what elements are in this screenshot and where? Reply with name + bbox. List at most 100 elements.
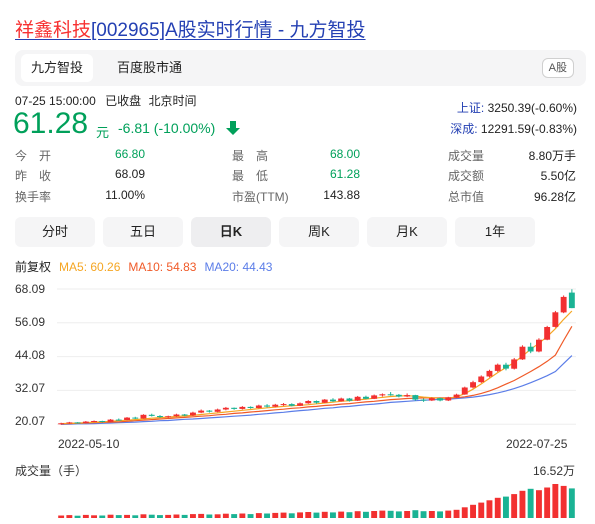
volume-bar (313, 512, 320, 518)
volume-bar (264, 513, 270, 518)
candle-body (140, 414, 147, 419)
volume-bar (74, 515, 81, 518)
volume-bar (519, 490, 526, 518)
volume-bar (206, 514, 213, 518)
volume-bar (214, 514, 221, 518)
candle-body (404, 395, 411, 397)
volume-bar (461, 507, 468, 518)
candle-body (420, 399, 427, 401)
volume-bar (503, 496, 509, 518)
volume-bar (363, 511, 369, 518)
candle-body (206, 410, 213, 412)
volume-bar (82, 514, 89, 518)
volume-bar (255, 513, 262, 518)
volume-bar (173, 514, 180, 518)
candle-body (552, 312, 559, 327)
candle-body (560, 296, 567, 313)
volume-bar (568, 488, 575, 518)
volume-bar (379, 510, 386, 518)
candle-body (568, 292, 575, 309)
candle-body (379, 394, 386, 396)
candle-body (280, 404, 287, 406)
volume-bar (412, 510, 419, 518)
candle-body (527, 346, 534, 352)
candle-body (231, 407, 238, 409)
volume-bar (288, 513, 295, 518)
volume-bar (445, 510, 452, 518)
volume-bar (247, 514, 254, 518)
volume-bar (124, 514, 130, 518)
volume-bar (222, 513, 229, 518)
volume-bar (478, 502, 485, 518)
candle-body (395, 394, 402, 397)
volume-bar (132, 515, 139, 518)
volume-bar (470, 504, 476, 518)
volume-bar (148, 514, 155, 518)
candle-body (82, 421, 89, 423)
volume-bar (395, 511, 402, 518)
volume-bar (297, 512, 303, 518)
volume-bar (280, 512, 287, 518)
candle-body (132, 417, 139, 419)
volume-bar (560, 485, 567, 518)
volume-bar (140, 514, 147, 518)
volume-bar (346, 512, 353, 518)
volume-bar (330, 512, 336, 518)
kline-chart[interactable] (0, 0, 595, 524)
candle-body (363, 396, 369, 399)
volume-bar (321, 511, 328, 518)
candle-body (264, 405, 270, 407)
candle-body (288, 404, 295, 406)
volume-bar (91, 515, 97, 518)
candle-body (74, 422, 81, 424)
volume-bar (536, 490, 542, 518)
candle-body (173, 414, 180, 417)
volume-bar (272, 512, 279, 518)
candle-body (66, 422, 73, 424)
candle-body (198, 410, 205, 413)
candle-body (461, 387, 468, 395)
volume-bar (231, 514, 238, 518)
candle-body (255, 405, 262, 408)
volume-bar (354, 511, 361, 518)
candle-body (437, 398, 443, 401)
candle-body (371, 395, 378, 399)
volume-bar (239, 513, 246, 518)
volume-bar (107, 514, 114, 518)
volume-bar (544, 487, 551, 518)
volume-bar (486, 500, 493, 518)
candle-body (387, 394, 394, 396)
candle-body (338, 398, 345, 402)
candle-body (412, 395, 419, 400)
candle-body (321, 399, 328, 403)
candle-body (222, 407, 229, 410)
candle-body (99, 421, 106, 422)
volume-bar (198, 513, 205, 518)
volume-bar (387, 510, 394, 518)
volume-bar (404, 511, 411, 518)
candle-body (190, 412, 196, 416)
candle-body (214, 409, 221, 412)
candle-body (354, 396, 361, 401)
volume-bar (58, 515, 65, 518)
candle-body (157, 416, 163, 418)
volume-bar (190, 514, 196, 518)
volume-bar (165, 514, 172, 518)
volume-bar (527, 488, 534, 518)
volume-bar (453, 509, 460, 518)
candle-body (91, 421, 97, 422)
candle-body (330, 399, 336, 402)
candle-body (486, 370, 493, 377)
candle-body (148, 414, 155, 416)
volume-bar (181, 514, 188, 518)
candle-body (272, 404, 279, 407)
volume-bar (371, 511, 378, 518)
candle-body (313, 401, 320, 403)
volume-bar (66, 515, 73, 518)
volume-bar (511, 494, 518, 518)
volume-bar (420, 511, 427, 518)
candle-body (305, 401, 312, 404)
candle-body (470, 382, 476, 388)
candle-body (247, 406, 254, 408)
candle-body (165, 416, 172, 418)
